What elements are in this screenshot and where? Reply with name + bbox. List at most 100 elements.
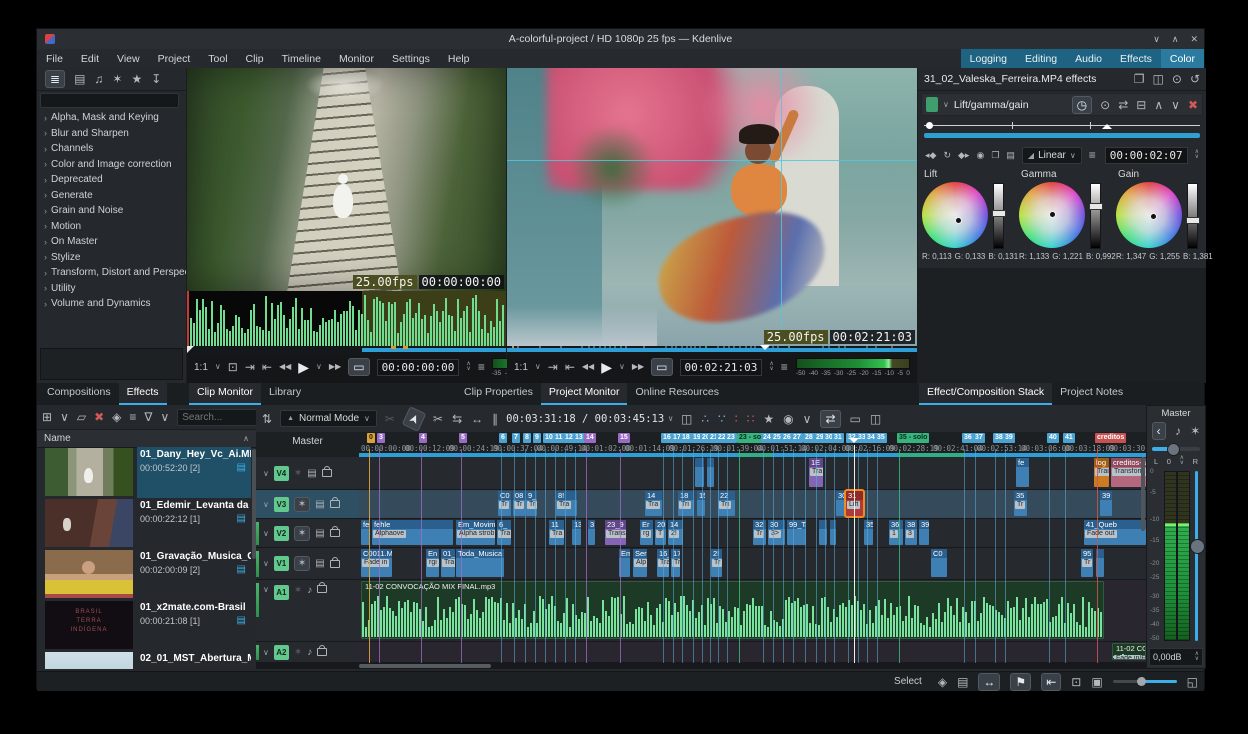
timeline-clip[interactable]: 32Tr bbox=[753, 520, 766, 545]
add-clip-caret-icon[interactable]: ∨ bbox=[60, 411, 69, 423]
monitor-timecode[interactable]: 00:00:00:00 bbox=[377, 359, 460, 376]
keyframe-record-icon[interactable]: ◉ bbox=[976, 151, 984, 160]
zone-out-icon[interactable]: ⇤ bbox=[565, 361, 575, 373]
keyframe-zone-bar[interactable] bbox=[924, 133, 1200, 138]
timeline-zoom-slider[interactable] bbox=[1113, 680, 1177, 683]
forward-icon[interactable]: ▶▶ bbox=[329, 363, 341, 371]
color-wheel[interactable] bbox=[922, 182, 988, 248]
zoom-fit-icon[interactable]: ⊡ bbox=[1071, 676, 1081, 688]
zone-bar[interactable] bbox=[362, 348, 506, 352]
maximize-button[interactable]: ∧ bbox=[1172, 35, 1179, 44]
effect-category[interactable]: ›Alpha, Mask and Keying bbox=[37, 110, 186, 126]
timeline-clip[interactable]: 11-02 CONVFade in/Fad bbox=[1112, 643, 1146, 660]
zone-in-icon[interactable]: ⇥ bbox=[245, 361, 255, 373]
bin-item[interactable]: 02_01_MST_Abertura_M bbox=[37, 651, 251, 669]
timeline-clip[interactable]: 41_QuebFade out bbox=[1084, 520, 1146, 545]
timeline-clip[interactable]: Enrgi bbox=[426, 549, 439, 577]
zone-crop-icon[interactable]: ▭ bbox=[348, 358, 369, 376]
timeline-clip[interactable]: C0011.MIFade in bbox=[361, 549, 392, 577]
timeline-clip[interactable]: 20T bbox=[655, 520, 666, 545]
timeline-clip[interactable]: 9_Tr bbox=[526, 491, 537, 516]
wheel-luma-slider[interactable] bbox=[1187, 183, 1198, 249]
lock-icon[interactable] bbox=[330, 529, 340, 537]
timeline-clip[interactable]: 22Tri bbox=[718, 491, 735, 516]
master-effects-icon[interactable]: ✶ bbox=[1190, 425, 1200, 437]
bin-search-input[interactable] bbox=[177, 409, 256, 426]
guide-marker[interactable]: 23 bbox=[725, 433, 737, 443]
tab-project-monitor[interactable]: Project Monitor bbox=[541, 383, 628, 405]
record-icon[interactable]: ◉ bbox=[783, 413, 793, 425]
timeline-clip[interactable]: 2!Tr bbox=[711, 549, 722, 577]
tab-project-notes[interactable]: Project Notes bbox=[1052, 383, 1131, 405]
track-effects-icon[interactable]: ✶ bbox=[294, 526, 310, 541]
tab-library[interactable]: Library bbox=[261, 383, 309, 405]
guide-marker[interactable]: 37 bbox=[973, 433, 985, 443]
keyframe-paste-icon[interactable]: ▤ bbox=[1006, 151, 1015, 160]
insert-zone-icon[interactable]: ∴ bbox=[701, 413, 709, 425]
balance-slider[interactable] bbox=[1152, 447, 1200, 451]
zone-in-icon[interactable]: ⇥ bbox=[548, 361, 558, 373]
guide-marker[interactable]: 35 bbox=[875, 433, 887, 443]
guide-marker[interactable]: 4 bbox=[419, 433, 427, 443]
wheel-luma-slider[interactable] bbox=[1090, 183, 1101, 249]
menu-timeline[interactable]: Timeline bbox=[273, 53, 330, 65]
guide-marker[interactable]: 14 bbox=[584, 433, 596, 443]
split-view-icon[interactable]: ◫ bbox=[870, 413, 881, 425]
snap-icon[interactable]: ↔ bbox=[978, 673, 1000, 691]
lift-zone-icon[interactable]: ∷ bbox=[747, 413, 755, 425]
keyframe-playhead[interactable] bbox=[1102, 119, 1112, 129]
lock-icon[interactable] bbox=[317, 648, 327, 656]
move-effect-up-icon[interactable]: ∧ bbox=[1154, 99, 1163, 111]
track-effects-icon[interactable]: ✶ bbox=[294, 647, 302, 658]
track-header-v1[interactable]: ∨V1✶▤ bbox=[256, 548, 359, 580]
track-effects-icon[interactable]: ✶ bbox=[294, 585, 302, 596]
menu-tool[interactable]: Tool bbox=[199, 53, 236, 65]
track-config-icon[interactable]: ⇅ bbox=[262, 413, 272, 425]
minimize-mixer-icon[interactable]: ‹ bbox=[1152, 422, 1166, 440]
chevron-down-icon[interactable]: ∨ bbox=[263, 585, 269, 594]
guide-marker[interactable]: 27 bbox=[791, 433, 803, 443]
guide-marker[interactable]: 8 bbox=[523, 433, 531, 443]
timeline-clip[interactable]: 35Tr bbox=[1014, 491, 1027, 516]
record-caret-icon[interactable]: ∨ bbox=[803, 413, 812, 425]
timeline-clip[interactable] bbox=[695, 458, 704, 487]
play-caret-icon[interactable]: ∨ bbox=[316, 363, 322, 371]
show-all-effects-icon[interactable]: ≣ bbox=[45, 70, 65, 88]
timeline-clip[interactable]: logTrai bbox=[1094, 458, 1109, 487]
menu-clip[interactable]: Clip bbox=[237, 53, 273, 65]
effect-category[interactable]: ›Deprecated bbox=[37, 172, 186, 188]
chevron-down-icon[interactable]: ∨ bbox=[263, 469, 269, 478]
slider-handle[interactable] bbox=[992, 210, 1006, 217]
effect-row-lift-gamma-gain[interactable]: ∨ Lift/gamma/gain ◷⊙⇄⊟∧∨✖ bbox=[921, 93, 1203, 116]
workspace-tab-effects[interactable]: Effects bbox=[1111, 49, 1161, 68]
menu-file[interactable]: File bbox=[37, 53, 72, 65]
show-keyframes-icon[interactable]: ⊙ bbox=[1172, 73, 1182, 85]
timeline-clip[interactable]: 361 bbox=[889, 520, 903, 545]
bin-menu-icon[interactable]: ≡ bbox=[129, 411, 136, 423]
timeline-clip[interactable]: 15 bbox=[697, 491, 705, 516]
effect-category[interactable]: ›Volume and Dynamics bbox=[37, 296, 186, 312]
track-thumbnails-icon[interactable]: ▤ bbox=[307, 468, 316, 479]
keyframes-icon[interactable]: ◷ bbox=[1072, 96, 1092, 114]
timeline-clip[interactable]: 8!Tra bbox=[556, 491, 577, 516]
play-icon[interactable]: ▶ bbox=[601, 360, 612, 374]
guide-marker[interactable]: 0 bbox=[367, 433, 375, 443]
timeline-clip[interactable]: 6_Tra bbox=[497, 520, 511, 545]
forward-icon[interactable]: ▶▶ bbox=[632, 363, 644, 371]
interpolation-select[interactable]: ◢ Linear ∨ bbox=[1022, 147, 1082, 164]
video-effects-icon[interactable]: ▤ bbox=[74, 73, 85, 85]
keyframe-timecode[interactable]: 00:00:02:07 bbox=[1105, 147, 1188, 164]
master-volume-value[interactable]: 0,00dB ∧∨ bbox=[1149, 648, 1203, 666]
timeline-clip[interactable]: SerAlp bbox=[633, 549, 647, 577]
monitor-zoom-level[interactable]: 1:1 bbox=[514, 362, 528, 373]
track-effects-icon[interactable]: ✶ bbox=[294, 468, 302, 479]
project-monitor-video-frame[interactable]: 25.00fps 00:02:21:03 bbox=[507, 68, 917, 346]
wheel-luma-slider[interactable] bbox=[993, 183, 1004, 249]
tag-status-icon[interactable]: ◈ bbox=[938, 676, 947, 688]
clip-monitor-audio-thumbnail[interactable] bbox=[187, 291, 506, 346]
tab-clip-properties[interactable]: Clip Properties bbox=[456, 383, 541, 405]
timeline-clip[interactable] bbox=[1096, 549, 1104, 577]
effect-category[interactable]: ›Color and Image correction bbox=[37, 157, 186, 173]
lock-icon[interactable] bbox=[330, 500, 340, 508]
razor-all-icon[interactable]: ✂ bbox=[385, 413, 395, 425]
